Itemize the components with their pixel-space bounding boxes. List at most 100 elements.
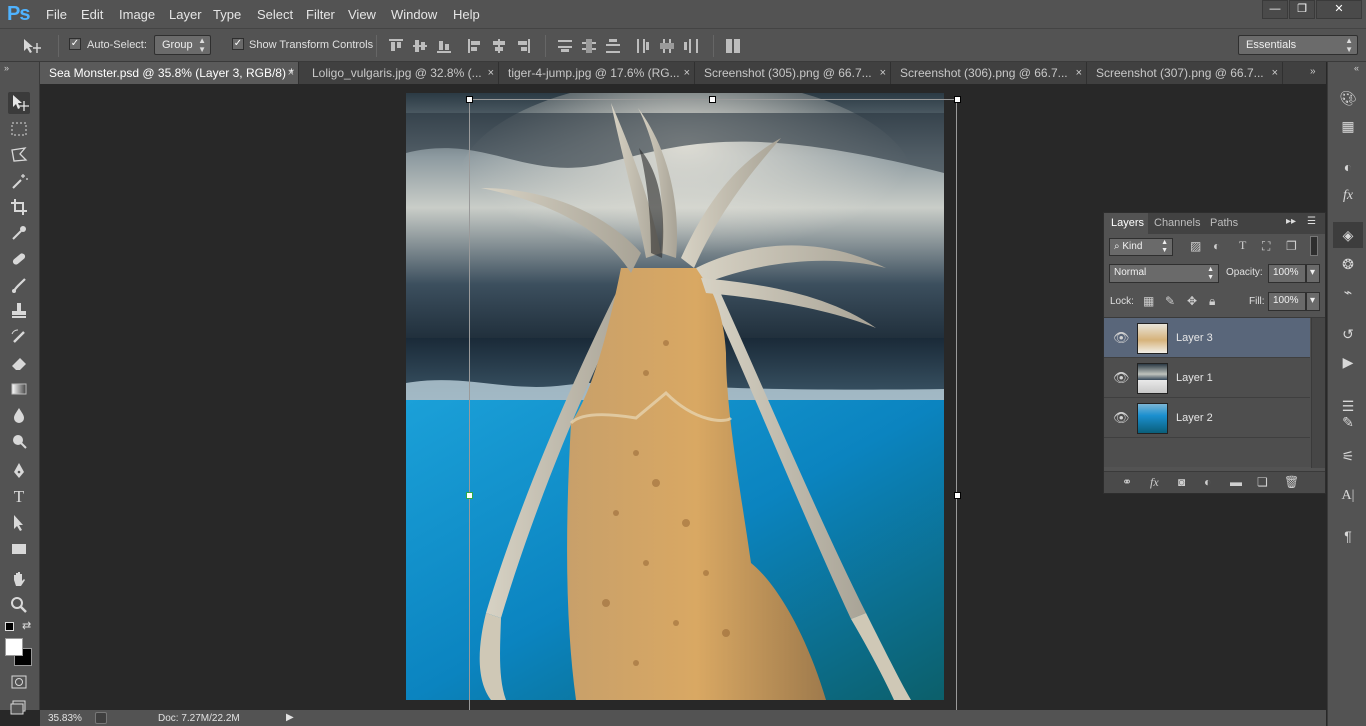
distribute-right-edges-icon[interactable] [684, 39, 698, 53]
filter-pixel-icon[interactable]: ▨ [1190, 239, 1201, 253]
history-icon[interactable]: ↺ [1338, 324, 1358, 344]
brush-tool-icon[interactable] [8, 274, 30, 296]
color-palette-icon[interactable]: 🎨︎ [1338, 88, 1358, 108]
layer-filter-kind[interactable]: ⌕ Kind ▲ ▼ [1109, 238, 1173, 256]
close-button[interactable]: ✕ [1316, 0, 1362, 19]
default-colors-icon[interactable] [5, 622, 14, 631]
close-tab-icon[interactable]: × [288, 62, 294, 84]
transform-bounding-box[interactable] [469, 99, 957, 710]
layer-name[interactable]: Layer 2 [1176, 412, 1213, 424]
status-menu-arrow-icon[interactable]: ▶ [286, 712, 294, 723]
blur-tool-icon[interactable] [8, 404, 30, 426]
close-tab-icon[interactable]: × [880, 62, 886, 84]
move-tool-icon[interactable] [8, 92, 30, 114]
clone-stamp-tool-icon[interactable] [8, 300, 30, 322]
document-tab[interactable]: Screenshot (307).png @ 66.7... × [1087, 62, 1283, 84]
swap-colors-icon[interactable]: ⇄ [22, 619, 31, 632]
menu-view[interactable]: View [348, 7, 376, 22]
align-top-edges-icon[interactable] [389, 39, 403, 53]
distribute-bottom-edges-icon[interactable] [606, 39, 620, 53]
layer-name[interactable]: Layer 3 [1176, 332, 1213, 344]
new-adjustment-layer-icon[interactable]: ◐ [1204, 475, 1211, 489]
filter-smart-object-icon[interactable]: ❐ [1286, 239, 1297, 253]
fill-slider-toggle[interactable]: ▾ [1306, 292, 1320, 311]
menu-window[interactable]: Window [391, 7, 437, 22]
align-vertical-centers-icon[interactable] [413, 39, 427, 53]
transform-handle[interactable] [709, 96, 716, 103]
visibility-eye-icon[interactable]: 👁︎ [1113, 410, 1130, 426]
dodge-tool-icon[interactable] [8, 430, 30, 452]
menu-file[interactable]: File [46, 7, 67, 22]
tab-layers[interactable]: Layers [1104, 213, 1148, 234]
layer-row-layer-1[interactable]: 👁︎ Layer 1 [1104, 358, 1310, 398]
document-tab[interactable]: Sea Monster.psd @ 35.8% (Layer 3, RGB/8)… [40, 62, 299, 84]
styles-fx-icon[interactable]: fx [1338, 186, 1358, 206]
layer-row-layer-3[interactable]: 👁︎ Layer 3 [1104, 318, 1310, 358]
show-transform-controls-checkbox[interactable]: ✓ [232, 38, 244, 50]
transform-handle[interactable] [466, 96, 473, 103]
menu-type[interactable]: Type [213, 7, 241, 22]
menu-edit[interactable]: Edit [81, 7, 103, 22]
paragraph-icon[interactable]: ¶ [1338, 526, 1358, 546]
menu-help[interactable]: Help [453, 7, 480, 22]
panel-collapse-icon[interactable]: « [1354, 63, 1359, 73]
swatches-grid-icon[interactable]: ▦ [1338, 116, 1358, 136]
adjustments-icon[interactable]: ◐ [1338, 157, 1358, 177]
document-tab[interactable]: Screenshot (306).png @ 66.7... × [891, 62, 1087, 84]
lasso-tool-icon[interactable] [8, 144, 30, 166]
transform-handle[interactable] [954, 96, 961, 103]
type-tool-icon[interactable]: T [8, 486, 30, 508]
add-mask-icon[interactable]: ◙ [1178, 475, 1185, 489]
tabs-overflow-icon[interactable]: » [1310, 66, 1316, 77]
tab-channels[interactable]: Channels [1154, 213, 1208, 234]
foreground-color-swatch[interactable] [5, 638, 23, 656]
actions-icon[interactable]: ▶ [1338, 352, 1358, 372]
align-bottom-edges-icon[interactable] [437, 39, 451, 53]
filter-type-icon[interactable]: T [1239, 238, 1246, 253]
pen-tool-icon[interactable] [8, 460, 30, 482]
quick-mask-icon[interactable] [8, 671, 30, 693]
tool-presets-icon[interactable]: ⚟ [1338, 446, 1358, 466]
transform-handle[interactable] [954, 492, 961, 499]
paths-icon[interactable]: ⌁ [1338, 282, 1358, 302]
close-tab-icon[interactable]: × [488, 62, 494, 84]
blend-mode-dropdown[interactable]: Normal ▲ ▼ [1109, 264, 1219, 283]
panel-collapse-icon[interactable]: ▸▸ [1286, 216, 1296, 227]
distribute-horizontal-centers-icon[interactable] [660, 39, 674, 53]
screen-mode-icon[interactable] [8, 696, 30, 718]
layer-row-layer-2[interactable]: 👁︎ Layer 2 [1104, 398, 1310, 438]
lock-all-icon[interactable]: 🔒︎ [1209, 294, 1215, 309]
zoom-level[interactable]: 35.83% [48, 713, 82, 724]
opacity-input[interactable]: 100% [1268, 264, 1306, 283]
history-brush-tool-icon[interactable] [8, 326, 30, 348]
document-tab[interactable]: tiger-4-jump.jpg @ 17.6% (RG... × [499, 62, 695, 84]
character-icon[interactable]: A| [1338, 486, 1358, 506]
panel-menu-icon[interactable]: ☰ [1307, 216, 1316, 227]
lock-image-pixels-icon[interactable]: ✎ [1165, 294, 1175, 308]
lock-transparent-pixels-icon[interactable]: ▦ [1143, 294, 1154, 308]
menu-image[interactable]: Image [119, 7, 155, 22]
filter-shape-icon[interactable]: ⛶ [1262, 239, 1270, 254]
close-tab-icon[interactable]: × [684, 62, 690, 84]
rectangular-marquee-tool-icon[interactable] [8, 118, 30, 140]
align-horizontal-centers-icon[interactable] [492, 39, 506, 53]
distribute-top-edges-icon[interactable] [558, 39, 572, 53]
align-left-edges-icon[interactable] [468, 39, 482, 53]
eraser-tool-icon[interactable] [8, 352, 30, 374]
workspace-switcher[interactable]: Essentials ▲ ▼ [1238, 35, 1358, 55]
lock-position-icon[interactable]: ✥ [1187, 294, 1197, 308]
auto-select-target-dropdown[interactable]: Group ▲ ▼ [154, 35, 211, 55]
menu-layer[interactable]: Layer [169, 7, 202, 22]
auto-select-checkbox[interactable]: ✓ [69, 38, 81, 50]
document-tab[interactable]: Loligo_vulgaris.jpg @ 32.8% (... × [303, 62, 499, 84]
layers-scrollbar[interactable] [1311, 318, 1325, 468]
panel-collapse-icon[interactable]: » [4, 63, 9, 73]
filter-toggle-switch[interactable] [1310, 236, 1318, 256]
menu-filter[interactable]: Filter [306, 7, 335, 22]
move-tool-preset-icon[interactable] [22, 37, 44, 55]
zoom-tool-icon[interactable] [8, 594, 30, 616]
opacity-slider-toggle[interactable]: ▾ [1306, 264, 1320, 283]
add-layer-style-icon[interactable]: fx [1150, 475, 1159, 490]
link-layers-icon[interactable]: ⚭ [1122, 475, 1132, 489]
rectangle-tool-icon[interactable] [8, 538, 30, 560]
